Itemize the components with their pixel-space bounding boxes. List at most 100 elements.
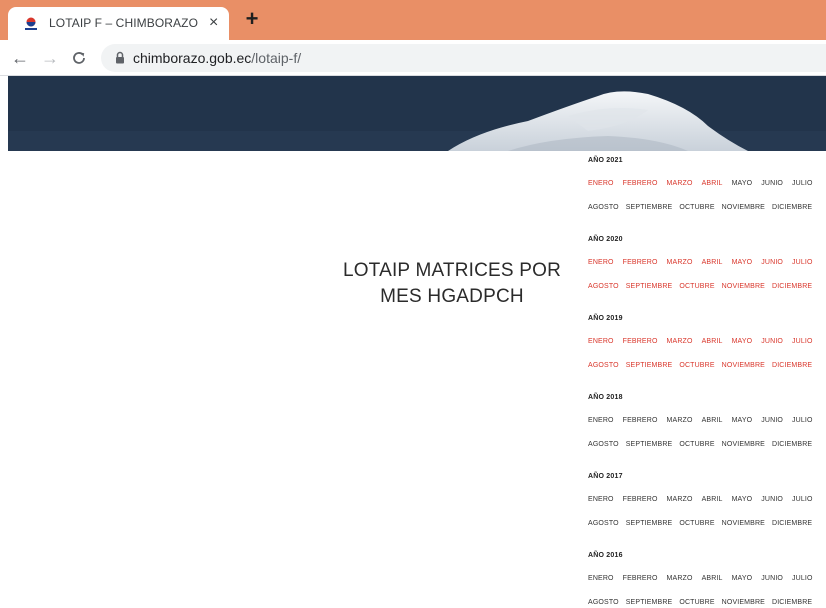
month-link[interactable]: OCTUBRE xyxy=(679,441,714,448)
url-text[interactable]: chimborazo.gob.ec/lotaip-f/ xyxy=(133,50,301,66)
month-link[interactable]: DICIEMBRE xyxy=(772,441,812,448)
month-link[interactable]: AGOSTO xyxy=(588,441,619,448)
month-link[interactable]: FEBRERO xyxy=(623,180,658,187)
month-link[interactable]: MARZO xyxy=(667,496,693,503)
year-block: AÑO 2017 ENERO FEBRERO MARZO ABRIL MAYO JUNIO J… xyxy=(588,468,826,547)
month-link[interactable]: JULIO xyxy=(792,338,813,345)
year-title: AÑO 2016 xyxy=(588,552,623,559)
month-link[interactable]: JULIO xyxy=(792,496,813,503)
lock-icon xyxy=(115,51,125,64)
month-link[interactable]: AGOSTO xyxy=(588,283,619,290)
page-title-line2: MES HGADPCH xyxy=(380,286,524,307)
month-link[interactable]: MARZO xyxy=(667,338,693,345)
forward-button[interactable]: → xyxy=(38,46,62,70)
month-link[interactable]: AGOSTO xyxy=(588,204,619,211)
month-link[interactable]: ENERO xyxy=(588,496,614,503)
month-link[interactable]: ABRIL xyxy=(702,417,723,424)
month-link[interactable]: MAYO xyxy=(732,575,753,582)
month-link[interactable]: SEPTIEMBRE xyxy=(626,362,673,369)
month-row: AGOSTO SEPTIEMBRE OCTUBRE NOVIEMBRE DICIEMBR… xyxy=(588,599,819,606)
month-link[interactable]: NOVIEMBRE xyxy=(722,204,765,211)
month-link[interactable]: DICIEMBRE xyxy=(772,283,812,290)
tab-title: LOTAIP F – CHIMBORAZO xyxy=(49,16,199,30)
month-link[interactable]: FEBRERO xyxy=(623,417,658,424)
month-link[interactable]: ABRIL xyxy=(702,575,723,582)
page-title: LOTAIP MATRICES POR MES HGADPCH xyxy=(322,258,582,310)
address-bar[interactable]: chimborazo.gob.ec/lotaip-f/ xyxy=(101,44,826,72)
back-button[interactable]: ← xyxy=(8,46,32,70)
month-link[interactable]: JUNIO xyxy=(761,338,783,345)
month-link[interactable]: JULIO xyxy=(792,417,813,424)
month-link[interactable]: OCTUBRE xyxy=(679,204,714,211)
month-link[interactable]: ENERO xyxy=(588,338,614,345)
year-block: AÑO 2019 ENERO FEBRERO MARZO ABRIL MAYO JUNIO J… xyxy=(588,310,826,389)
month-link[interactable]: NOVIEMBRE xyxy=(722,362,765,369)
month-link[interactable]: MARZO xyxy=(667,259,693,266)
month-link[interactable]: SEPTIEMBRE xyxy=(626,520,673,527)
month-link[interactable]: OCTUBRE xyxy=(679,599,714,606)
year-list: AÑO 2021 ENERO FEBRERO MARZO ABRIL MAYO JUNIO J… xyxy=(588,152,826,608)
month-link[interactable]: MARZO xyxy=(667,417,693,424)
month-link[interactable]: ENERO xyxy=(588,259,614,266)
year-block: AÑO 2018 ENERO FEBRERO MARZO ABRIL MAYO JUNIO J… xyxy=(588,389,826,468)
month-link[interactable]: SEPTIEMBRE xyxy=(626,283,673,290)
month-link[interactable]: JULIO xyxy=(792,180,813,187)
month-link[interactable]: DICIEMBRE xyxy=(772,520,812,527)
month-link[interactable]: NOVIEMBRE xyxy=(722,441,765,448)
year-title: AÑO 2021 xyxy=(588,157,623,164)
month-link[interactable]: JUNIO xyxy=(761,417,783,424)
month-link[interactable]: DICIEMBRE xyxy=(772,362,812,369)
close-tab-icon[interactable]: × xyxy=(209,13,218,33)
month-link[interactable]: FEBRERO xyxy=(623,338,658,345)
month-link[interactable]: SEPTIEMBRE xyxy=(626,441,673,448)
month-link[interactable]: ENERO xyxy=(588,575,614,582)
month-link[interactable]: FEBRERO xyxy=(623,496,658,503)
browser-tab[interactable]: LOTAIP F – CHIMBORAZO × xyxy=(8,7,229,40)
month-link[interactable]: SEPTIEMBRE xyxy=(626,204,673,211)
month-link[interactable]: JULIO xyxy=(792,259,813,266)
month-link[interactable]: JUNIO xyxy=(761,575,783,582)
month-link[interactable]: FEBRERO xyxy=(623,259,658,266)
month-link[interactable]: AGOSTO xyxy=(588,599,619,606)
month-link[interactable]: MAYO xyxy=(732,496,753,503)
reload-button[interactable] xyxy=(67,46,91,70)
month-link[interactable]: MARZO xyxy=(667,180,693,187)
browser-tab-strip: LOTAIP F – CHIMBORAZO × + xyxy=(0,0,826,40)
year-title: AÑO 2018 xyxy=(588,394,623,401)
month-link[interactable]: ABRIL xyxy=(702,180,723,187)
month-link[interactable]: AGOSTO xyxy=(588,520,619,527)
month-link[interactable]: ENERO xyxy=(588,417,614,424)
month-link[interactable]: JUNIO xyxy=(761,496,783,503)
month-link[interactable]: DICIEMBRE xyxy=(772,599,812,606)
month-link[interactable]: MARZO xyxy=(667,575,693,582)
month-link[interactable]: MAYO xyxy=(732,259,753,266)
month-link[interactable]: ABRIL xyxy=(702,338,723,345)
month-link[interactable]: NOVIEMBRE xyxy=(722,520,765,527)
month-link[interactable]: ENERO xyxy=(588,180,614,187)
month-link[interactable]: AGOSTO xyxy=(588,362,619,369)
month-link[interactable]: NOVIEMBRE xyxy=(722,283,765,290)
month-link[interactable]: ABRIL xyxy=(702,496,723,503)
reload-icon xyxy=(73,52,85,64)
year-block: AÑO 2021 ENERO FEBRERO MARZO ABRIL MAYO JUNIO J… xyxy=(588,152,826,231)
month-link[interactable]: MAYO xyxy=(732,180,753,187)
month-link[interactable]: DICIEMBRE xyxy=(772,204,812,211)
month-link[interactable]: FEBRERO xyxy=(623,575,658,582)
month-link[interactable]: OCTUBRE xyxy=(679,283,714,290)
month-link[interactable]: JUNIO xyxy=(761,259,783,266)
browser-toolbar: ← → chimborazo.gob.ec/lotaip-f/ xyxy=(0,40,826,76)
month-link[interactable]: JULIO xyxy=(792,575,813,582)
month-link[interactable]: NOVIEMBRE xyxy=(722,599,765,606)
month-link[interactable]: SEPTIEMBRE xyxy=(626,599,673,606)
month-link[interactable]: ABRIL xyxy=(702,259,723,266)
year-title: AÑO 2017 xyxy=(588,473,623,480)
month-row: AGOSTO SEPTIEMBRE OCTUBRE NOVIEMBRE DICIEMBR… xyxy=(588,520,819,527)
month-link[interactable]: JUNIO xyxy=(761,180,783,187)
month-link[interactable]: MAYO xyxy=(732,338,753,345)
month-link[interactable]: OCTUBRE xyxy=(679,362,714,369)
month-row: ENERO FEBRERO MARZO ABRIL MAYO JUNIO JULIO xyxy=(588,575,822,582)
month-link[interactable]: OCTUBRE xyxy=(679,520,714,527)
year-title: AÑO 2019 xyxy=(588,315,623,322)
month-link[interactable]: MAYO xyxy=(732,417,753,424)
new-tab-button[interactable]: + xyxy=(240,8,264,32)
